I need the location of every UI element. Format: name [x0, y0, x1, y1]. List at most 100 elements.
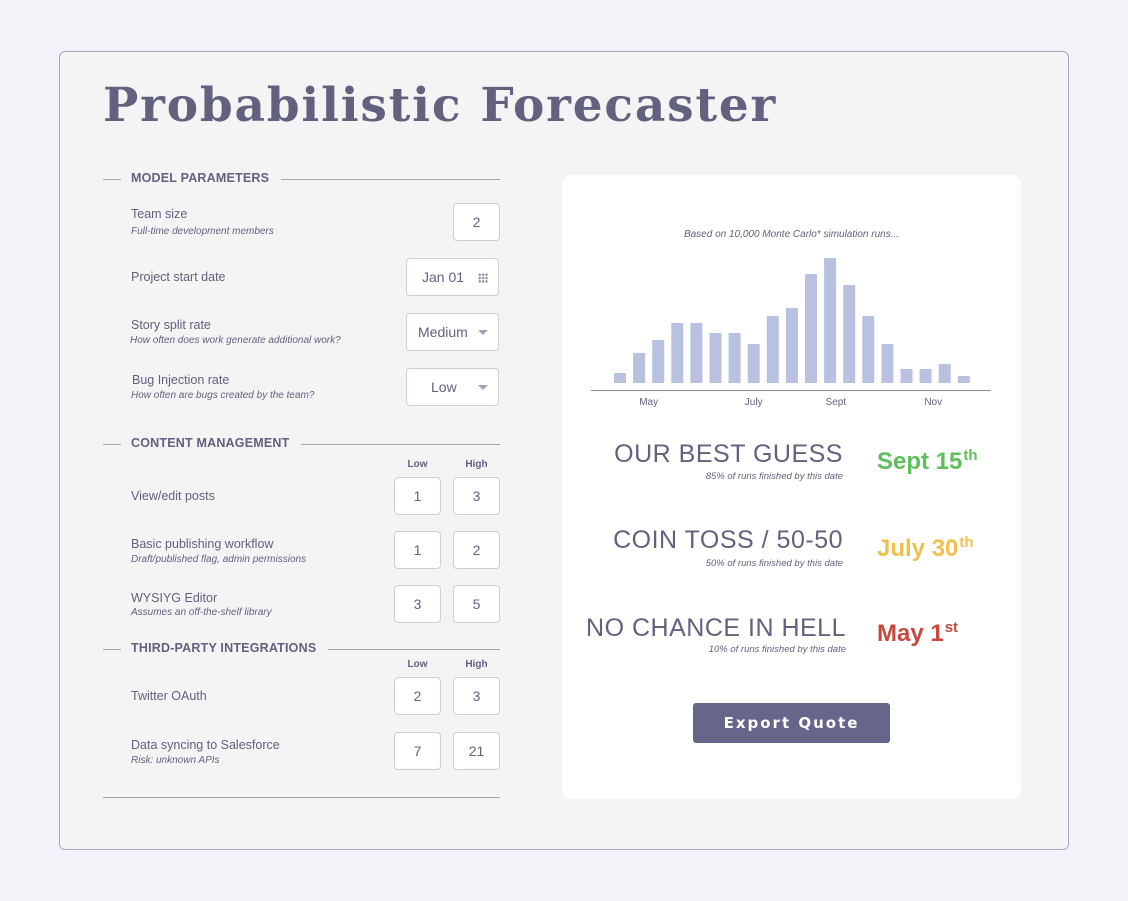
bug-injection-label: Bug Injection rate [132, 373, 230, 387]
estimate-high-input[interactable]: 3 [453, 477, 500, 515]
histogram-bar [747, 344, 760, 383]
divider [103, 649, 121, 650]
histogram-bar [633, 353, 646, 383]
estimate-low-input[interactable]: 1 [394, 531, 441, 569]
start-date-picker[interactable]: Jan 01 [406, 258, 499, 296]
section-third-party: THIRD-PARTY INTEGRATIONS [103, 641, 500, 657]
estimate-high-value: 3 [472, 488, 481, 504]
x-tick-label: July [745, 397, 763, 408]
histogram-bar [805, 274, 817, 383]
bug-injection-select[interactable]: Low [406, 368, 499, 406]
estimate-low-value: 1 [413, 542, 422, 558]
estimate-low-input[interactable]: 2 [394, 677, 441, 715]
story-split-select[interactable]: Medium [406, 313, 499, 351]
histogram-bar [614, 373, 626, 383]
estimate-row-label: WYSIYG Editor [131, 591, 218, 605]
coin-toss-sub: 50% of runs finished by this date [705, 558, 843, 569]
estimate-high-input[interactable]: 21 [453, 732, 500, 770]
best-guess-date-text: Sept 15 [877, 448, 963, 475]
team-size-sub: Full-time development members [131, 226, 274, 237]
coin-toss-date-text: July 30 [877, 535, 959, 562]
team-size-value: 2 [472, 214, 481, 230]
no-chance-label: NO CHANCE IN HELL [586, 614, 846, 642]
col-low-heading: Low [407, 659, 428, 670]
section-heading: CONTENT MANAGEMENT [131, 436, 302, 450]
estimate-low-input[interactable]: 7 [394, 732, 441, 770]
histogram-bar [824, 258, 837, 383]
estimate-high-input[interactable]: 5 [453, 585, 500, 623]
col-high-heading: High [465, 459, 488, 470]
estimate-row-sub: Assumes an off-the-shelf library [131, 607, 272, 618]
section-heading: MODEL PARAMETERS [131, 171, 282, 185]
story-split-sub: How often does work generate additional … [130, 335, 341, 346]
section-heading: THIRD-PARTY INTEGRATIONS [131, 641, 329, 655]
no-chance-date-text: May 1 [877, 620, 944, 647]
histogram-bar [690, 323, 703, 383]
best-guess-label: OUR BEST GUESS [614, 440, 843, 468]
estimate-row-sub: Draft/published flag, admin permissions [131, 554, 307, 565]
story-split-value: Medium [418, 324, 468, 340]
histogram-bar [843, 285, 856, 383]
estimate-low-input[interactable]: 1 [394, 477, 441, 515]
estimate-high-value: 3 [472, 688, 481, 704]
start-date-value: Jan 01 [422, 269, 465, 285]
best-guess-date-suffix: th [963, 447, 978, 464]
histogram-bar [862, 316, 875, 383]
divider [103, 797, 500, 798]
divider [103, 179, 121, 180]
histogram-bar [709, 333, 722, 383]
x-tick-label: Sept [826, 397, 847, 408]
estimate-row-label: Twitter OAuth [131, 689, 207, 703]
estimate-row-label: Data syncing to Salesforce [131, 738, 280, 752]
estimate-low-value: 2 [413, 688, 422, 704]
team-size-input[interactable]: 2 [453, 203, 500, 241]
estimate-low-input[interactable]: 3 [394, 585, 441, 623]
calendar-icon[interactable] [478, 273, 488, 283]
estimate-low-value: 1 [413, 488, 422, 504]
results-panel: Based on 10,000 Monte Carlo* simulation … [562, 175, 1021, 799]
no-chance-sub: 10% of runs finished by this date [708, 644, 846, 655]
histogram-bar [652, 340, 665, 383]
estimate-low-value: 3 [413, 596, 422, 612]
histogram-bar [671, 323, 684, 383]
histogram-bar [785, 308, 798, 383]
forecaster-card: Probabilistic Forecaster MODEL PARAMETER… [59, 51, 1069, 850]
bug-injection-sub: How often are bugs created by the team? [131, 390, 315, 401]
no-chance-date-suffix: st [944, 619, 959, 636]
export-quote-button[interactable]: Export Quote [693, 703, 890, 743]
coin-toss-date-suffix: th [959, 534, 974, 551]
estimate-high-value: 21 [468, 743, 485, 759]
col-low-heading: Low [407, 459, 428, 470]
team-size-label: Team size [131, 207, 188, 221]
coin-toss-label: COIN TOSS / 50-50 [613, 526, 843, 554]
coin-toss-date: July 30th [877, 534, 974, 563]
histogram-bar [919, 369, 932, 383]
best-guess-date: Sept 15th [877, 447, 978, 476]
x-tick-label: Nov [924, 397, 942, 408]
estimate-row-label: View/edit posts [131, 489, 215, 503]
histogram-bar [766, 316, 779, 383]
page-title: Probabilistic Forecaster [103, 78, 778, 133]
histogram-bar [900, 369, 913, 383]
chevron-down-icon [478, 330, 488, 335]
best-guess-sub: 85% of runs finished by this date [705, 471, 843, 482]
divider [103, 444, 121, 445]
histogram-bar [938, 364, 951, 383]
histogram-bar [881, 344, 894, 383]
estimate-row-label: Basic publishing workflow [131, 537, 274, 551]
estimate-high-value: 2 [472, 542, 481, 558]
estimate-high-input[interactable]: 2 [453, 531, 500, 569]
start-date-label: Project start date [131, 270, 226, 284]
estimate-high-value: 5 [472, 596, 481, 612]
estimate-low-value: 7 [413, 743, 422, 759]
histogram-bar [957, 376, 970, 383]
forecast-histogram: May July Sept Nov [591, 258, 991, 408]
section-model-parameters: MODEL PARAMETERS [103, 171, 500, 187]
estimate-row-sub: Risk: unknown APIs [131, 755, 220, 766]
chevron-down-icon [478, 385, 488, 390]
section-content-management: CONTENT MANAGEMENT [103, 436, 500, 452]
bug-injection-value: Low [431, 379, 457, 395]
histogram-bar [728, 333, 741, 383]
estimate-high-input[interactable]: 3 [453, 677, 500, 715]
col-high-heading: High [465, 659, 488, 670]
